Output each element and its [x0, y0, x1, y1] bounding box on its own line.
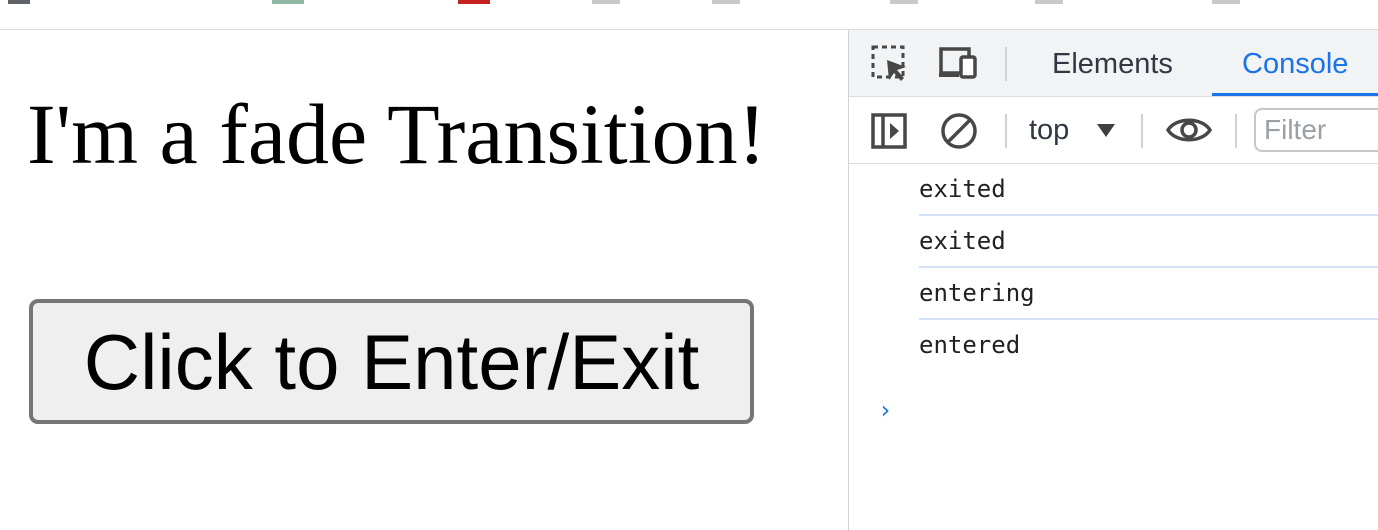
active-tab-indicator [1212, 93, 1378, 96]
toolbar-divider [1005, 47, 1007, 81]
console-messages: exited exited entering entered [849, 164, 1378, 372]
bookmark-item[interactable] [8, 0, 30, 4]
clear-console-icon[interactable] [939, 111, 979, 151]
context-selector[interactable]: top [1029, 110, 1069, 150]
devtools-panel: Elements Console top exited exited enter… [848, 30, 1378, 530]
bookmark-item[interactable] [1212, 0, 1240, 4]
enter-exit-button[interactable]: Click to Enter/Exit [29, 299, 754, 424]
console-prompt-icon[interactable]: › [878, 396, 892, 424]
page-heading: I'm a fade Transition! [27, 86, 767, 182]
live-expression-eye-icon[interactable] [1165, 113, 1213, 147]
bookmark-item[interactable] [592, 0, 620, 4]
console-message: exited [919, 164, 1378, 216]
show-sidebar-icon[interactable] [869, 111, 909, 151]
toolbar-divider [1141, 114, 1143, 148]
console-message: exited [919, 216, 1378, 268]
device-toolbar-icon[interactable] [937, 44, 981, 84]
console-message: entering [919, 268, 1378, 320]
browser-bookmark-strip [0, 0, 1378, 30]
toolbar-divider [1005, 114, 1007, 148]
toolbar-divider [1235, 114, 1237, 148]
bookmark-item[interactable] [272, 0, 304, 4]
chevron-down-icon[interactable] [1097, 124, 1115, 137]
inspect-element-icon[interactable] [869, 43, 909, 83]
page-viewport: I'm a fade Transition! Click to Enter/Ex… [0, 30, 848, 530]
console-toolbar: top [849, 97, 1378, 164]
console-filter-input[interactable] [1254, 108, 1378, 152]
bookmark-item[interactable] [458, 0, 490, 4]
bookmark-item[interactable] [890, 0, 918, 4]
tab-console[interactable]: Console [1242, 44, 1348, 84]
tab-elements[interactable]: Elements [1052, 44, 1173, 84]
bookmark-item[interactable] [712, 0, 740, 4]
console-message: entered [919, 331, 1021, 359]
bookmark-item[interactable] [1035, 0, 1063, 4]
devtools-tab-bar: Elements Console [849, 30, 1378, 97]
